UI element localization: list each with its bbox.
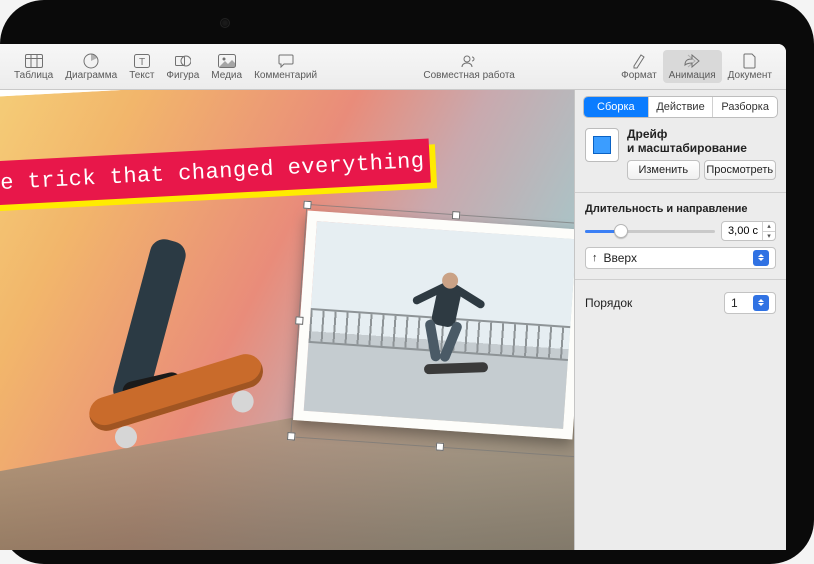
order-label: Порядок (585, 296, 632, 310)
animate-icon (682, 52, 702, 70)
toolbar-comment-label: Комментарий (254, 70, 317, 81)
effect-thumbnail[interactable] (585, 128, 619, 162)
chevron-updown-icon (753, 295, 769, 311)
tab-build-out[interactable]: Разборка (712, 97, 777, 117)
toolbar-format[interactable]: Формат (615, 50, 663, 83)
toolbar-shape[interactable]: Фигура (160, 50, 205, 83)
toolbar-comment[interactable]: Комментарий (248, 50, 323, 83)
format-icon (629, 52, 649, 70)
toolbar-text[interactable]: T Текст (123, 50, 160, 83)
toolbar-document-label: Документ (728, 70, 772, 81)
chart-icon (81, 52, 101, 70)
order-value: 1 (731, 296, 738, 310)
stepper-down[interactable]: ▾ (763, 231, 775, 240)
media-icon (217, 52, 237, 70)
toolbar-table[interactable]: Таблица (8, 50, 59, 83)
toolbar-collaborate[interactable]: Совместная работа (417, 50, 521, 83)
duration-field[interactable]: ▴▾ (721, 221, 776, 241)
selected-photo[interactable] (293, 210, 574, 439)
toolbar-shape-label: Фигура (166, 70, 199, 81)
duration-section: Длительность и направление ▴▾ ↑ Вверх (575, 197, 786, 275)
duration-label: Длительность и направление (585, 203, 776, 215)
comment-icon (276, 52, 296, 70)
svg-text:T: T (139, 57, 145, 68)
collaborate-icon (459, 52, 479, 70)
duration-stepper[interactable]: ▴▾ (762, 222, 775, 240)
toolbar: Таблица Диаграмма T Текст Фигура (0, 44, 786, 90)
slide-canvas[interactable]: e trick that changed everything (0, 90, 574, 550)
document-icon (740, 52, 760, 70)
toolbar-animate[interactable]: Анимация (663, 50, 722, 83)
inspector-panel: Сборка Действие Разборка Дрейф и масштаб… (574, 90, 786, 550)
effect-block: Дрейф и масштабирование Изменить Просмот… (575, 124, 786, 188)
tab-action[interactable]: Действие (648, 97, 713, 117)
toolbar-chart-label: Диаграмма (65, 70, 117, 81)
camera-dot (220, 18, 230, 28)
toolbar-format-label: Формат (621, 70, 657, 81)
app-window: Таблица Диаграмма T Текст Фигура (0, 44, 786, 550)
order-row: Порядок 1 (575, 284, 786, 322)
toolbar-media-label: Медиа (211, 70, 242, 81)
text-icon: T (132, 52, 152, 70)
device-frame: Таблица Диаграмма T Текст Фигура (0, 0, 814, 564)
toolbar-text-label: Текст (129, 70, 154, 81)
animation-tabs: Сборка Действие Разборка (583, 96, 778, 118)
preview-effect-button[interactable]: Просмотреть (704, 160, 777, 180)
chevron-updown-icon (753, 250, 769, 266)
tab-build-in[interactable]: Сборка (584, 97, 648, 117)
toolbar-document[interactable]: Документ (722, 50, 778, 83)
duration-input[interactable] (722, 225, 762, 237)
toolbar-animate-label: Анимация (669, 70, 716, 81)
toolbar-table-label: Таблица (14, 70, 53, 81)
direction-popup[interactable]: ↑ Вверх (585, 247, 776, 269)
shape-icon (173, 52, 193, 70)
direction-value: Вверх (604, 251, 637, 265)
effect-name: Дрейф и масштабирование (627, 128, 776, 156)
change-effect-button[interactable]: Изменить (627, 160, 700, 180)
arrow-up-icon: ↑ (592, 252, 598, 264)
order-popup[interactable]: 1 (724, 292, 776, 314)
toolbar-chart[interactable]: Диаграмма (59, 50, 123, 83)
toolbar-collaborate-label: Совместная работа (423, 70, 515, 81)
duration-slider[interactable] (585, 223, 715, 239)
stepper-up[interactable]: ▴ (763, 222, 775, 231)
table-icon (24, 52, 44, 70)
toolbar-media[interactable]: Медиа (205, 50, 248, 83)
